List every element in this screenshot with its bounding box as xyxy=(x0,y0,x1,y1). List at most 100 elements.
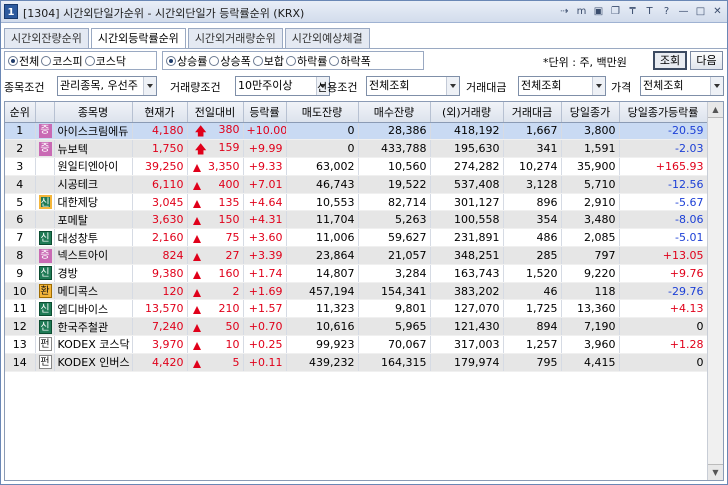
col-header-close[interactable]: 당일종가 xyxy=(561,102,620,123)
col-header-change[interactable]: 전일대비 xyxy=(187,102,244,123)
memo-icon[interactable]: m xyxy=(574,4,589,19)
up-triangle-icon xyxy=(192,235,201,244)
cell-ask: 0 xyxy=(286,122,359,141)
credit-condition-select[interactable]: 전체조회 xyxy=(366,76,460,96)
change-value: 50 xyxy=(225,320,240,334)
cell-rank: 3 xyxy=(5,157,36,176)
help-icon[interactable]: ? xyxy=(659,4,674,19)
next-button[interactable]: 다음 xyxy=(690,51,723,70)
col-header-badge[interactable] xyxy=(35,102,55,123)
cell-amount: 486 xyxy=(503,228,562,248)
text-icon[interactable]: T xyxy=(642,4,657,19)
cell-close: 9,220 xyxy=(561,264,620,283)
change-value: 160 xyxy=(218,266,240,280)
tab-afterhours-rate[interactable]: 시간외등락률순위 xyxy=(90,28,186,49)
cell-close-rate: +9.76 xyxy=(619,264,708,283)
amount-condition-label: 거래대금 xyxy=(466,81,507,94)
stock-condition-select[interactable]: 관리종목, 우선주 xyxy=(57,76,157,96)
scroll-down-icon[interactable]: ▼ xyxy=(708,464,723,480)
radio-market-kosdaq[interactable]: 코스닥 xyxy=(84,53,126,69)
radio-rise-rate[interactable]: 상승률 xyxy=(166,53,207,69)
radio-market-kospi[interactable]: 코스피 xyxy=(41,53,83,69)
vertical-scrollbar[interactable]: ▲ ▼ xyxy=(707,102,723,480)
upper-limit-arrow-icon: 🡅 xyxy=(194,141,207,156)
table-row[interactable]: 2 증 뉴보텍 1,750 🡅 159 +9.99 0 433,788 195,630 341 1,5… xyxy=(5,139,708,159)
window-icon[interactable]: ❐ xyxy=(608,4,623,19)
table-row[interactable]: 11 신 엠디바이스 13,570 210 +1.57 11,323 9,801 127,070… xyxy=(5,299,708,319)
volume-condition-select[interactable]: 10만주이상 xyxy=(235,76,330,96)
title-bar[interactable]: 1 [1304] 시간외단일가순위 - 시간외단일가 등락률순위 (KRX) ⇢… xyxy=(1,1,727,23)
tab-afterhours-expected[interactable]: 시간외예상체결 xyxy=(284,28,370,48)
stock-type-badge: 펀 xyxy=(38,337,52,352)
col-header-ask[interactable]: 매도잔량 xyxy=(286,102,359,123)
cell-price: 1,750 xyxy=(132,139,188,159)
col-header-name[interactable]: 종목명 xyxy=(54,102,133,123)
ranking-grid[interactable]: 순위 종목명 현재가 전일대비 등락률 매도잔량 매수잔량 (외)거래량 거래대… xyxy=(4,101,724,481)
cell-bid: 9,801 xyxy=(358,299,431,319)
cell-volume: 301,127 xyxy=(430,193,504,212)
table-row[interactable]: 5 신 대한제당 3,045 135 +4.64 10,553 82,714 301,127 89… xyxy=(5,193,708,212)
cell-change: 135 xyxy=(187,193,244,212)
cell-close-rate: +165.93 xyxy=(619,157,708,176)
price-condition-select[interactable]: 전체조회 xyxy=(640,76,724,96)
table-row[interactable]: 6 포메탈 3,630 150 +4.31 11,704 5,263 100,558 354 3,… xyxy=(5,210,708,230)
cell-amount: 1,257 xyxy=(503,335,562,354)
minimize-icon[interactable]: — xyxy=(676,4,691,19)
cell-amount: 285 xyxy=(503,246,562,265)
radio-flat[interactable]: 보합 xyxy=(252,53,284,69)
layout-icon[interactable]: ▣ xyxy=(591,4,606,19)
radio-fall-rate[interactable]: 하락률 xyxy=(286,53,327,69)
cell-volume: 100,558 xyxy=(430,210,504,230)
cell-ask: 14,807 xyxy=(286,264,359,283)
cell-rate: +3.60 xyxy=(243,228,287,248)
table-row[interactable]: 9 신 경방 9,380 160 +1.74 14,807 3,284 163,743 1,520… xyxy=(5,264,708,283)
maximize-icon[interactable]: □ xyxy=(693,4,708,19)
col-header-close-rate[interactable]: 당일종가등락률 xyxy=(619,102,708,123)
cell-price: 2,160 xyxy=(132,228,188,248)
query-button[interactable]: 조회 xyxy=(653,51,687,70)
condition-row: 종목조건 관리종목, 우선주 거래량조건 10만주이상 신용조건 전체조회 거래… xyxy=(4,76,724,97)
close-icon[interactable]: ✕ xyxy=(710,4,725,19)
col-header-rank[interactable]: 순위 xyxy=(5,102,36,123)
table-row[interactable]: 4 시공테크 6,110 400 +7.01 46,743 19,522 537,408 3,1… xyxy=(5,175,708,194)
credit-condition-label: 신용조건 xyxy=(317,81,358,94)
cell-bid: 154,341 xyxy=(358,282,431,301)
table-row[interactable]: 1 증 아이스크림에듀 4,180 🡅 380 +10.00 0 28,386 418,192 1,… xyxy=(5,122,708,141)
change-value: 135 xyxy=(218,195,240,209)
radio-market-all[interactable]: 전체 xyxy=(8,53,39,69)
table-row[interactable]: 12 신 한국주철관 7,240 50 +0.70 10,616 5,965 121,430 89… xyxy=(5,317,708,337)
table-row[interactable]: 13 펀 KODEX 코스닥 3,970 10 +0.25 99,923 70,067 317,… xyxy=(5,335,708,354)
tab-afterhours-remaining[interactable]: 시간외잔량순위 xyxy=(4,28,89,48)
cell-close: 13,360 xyxy=(561,299,620,319)
scroll-up-icon[interactable]: ▲ xyxy=(708,102,723,118)
table-row[interactable]: 8 증 넥스트아이 824 27 +3.39 23,864 21,057 348,251 285 7… xyxy=(5,246,708,265)
stock-type-badge: 환 xyxy=(38,284,52,299)
chevron-down-icon xyxy=(446,77,459,95)
cell-rate: +9.99 xyxy=(243,139,287,159)
cell-close: 5,710 xyxy=(561,175,620,194)
table-row[interactable]: 7 신 대성창투 2,160 75 +3.60 11,006 59,627 231,891 486… xyxy=(5,228,708,248)
table-row[interactable]: 10 환 메디콕스 120 2 +1.69 457,194 154,341 383,202 46 1… xyxy=(5,282,708,301)
pin-icon[interactable]: ₸ xyxy=(625,4,640,19)
cell-rank: 9 xyxy=(5,264,36,283)
amount-condition-select[interactable]: 전체조회 xyxy=(518,76,606,96)
cell-price: 9,380 xyxy=(132,264,188,283)
cell-ask: 11,323 xyxy=(286,299,359,319)
price-condition-label: 가격 xyxy=(611,81,632,94)
radio-dot-icon xyxy=(166,55,176,66)
radio-fall-amount[interactable]: 하락폭 xyxy=(329,53,371,69)
col-header-volume[interactable]: (외)거래량 xyxy=(430,102,504,123)
radio-rise-amount[interactable]: 상승폭 xyxy=(209,53,251,69)
col-header-bid[interactable]: 매수잔량 xyxy=(358,102,431,123)
cell-rank: 6 xyxy=(5,210,36,230)
change-value: 380 xyxy=(218,122,240,136)
tab-afterhours-volume[interactable]: 시간외거래량순위 xyxy=(187,28,283,48)
col-header-rate[interactable]: 등락률 xyxy=(243,102,287,123)
cell-ask: 23,864 xyxy=(286,246,359,265)
col-header-price[interactable]: 현재가 xyxy=(132,102,188,123)
link-icon[interactable]: ⇢ xyxy=(557,4,572,19)
table-row[interactable]: 14 펀 KODEX 인버스 4,420 5 +0.11 439,232 164,315 179… xyxy=(5,353,708,372)
cell-rank: 2 xyxy=(5,139,36,159)
table-row[interactable]: 3 원일티엔아이 39,250 3,350 +9.33 63,002 10,560 274,2… xyxy=(5,157,708,176)
col-header-amount[interactable]: 거래대금 xyxy=(503,102,562,123)
